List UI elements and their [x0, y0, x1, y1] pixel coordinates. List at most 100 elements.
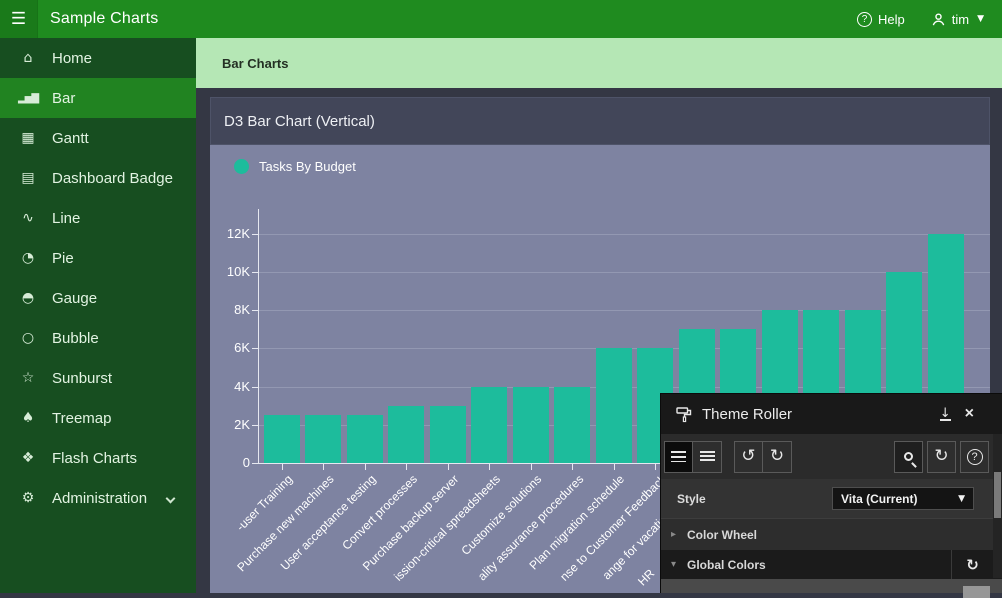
y-axis-label: 4K — [212, 379, 250, 394]
sidebar-item-sunburst[interactable]: ☆ Sunburst — [0, 358, 196, 398]
style-select-value: Vita (Current) — [841, 492, 917, 506]
home-icon: ⌂ — [16, 50, 40, 66]
style-row: Style Vita (Current) ▼ — [661, 479, 1002, 518]
sidebar-item-bubble[interactable]: ○ Bubble — [0, 318, 196, 358]
sidebar-item-bar[interactable]: ▂▅▇ Bar — [0, 78, 196, 118]
theme-roller-title: Theme Roller — [702, 406, 792, 423]
gridline — [258, 272, 990, 273]
app-title: Sample Charts — [50, 10, 158, 28]
sidebar-item-label: Sunburst — [52, 370, 112, 387]
bar-chart-icon: ▂▅▇ — [16, 93, 40, 104]
pie-chart-icon: ◔ — [16, 250, 40, 266]
treemap-icon: ♠ — [16, 410, 40, 426]
search-button[interactable] — [894, 441, 923, 473]
refresh-icon[interactable]: ↻ — [951, 550, 993, 579]
sidebar-item-label: Gauge — [52, 290, 97, 307]
sidebar-item-label: Line — [52, 210, 80, 227]
sidebar-item-flash-charts[interactable]: ❖ Flash Charts — [0, 438, 196, 478]
x-axis-tick — [531, 464, 532, 470]
bar[interactable] — [471, 387, 507, 464]
sidebar-item-pie[interactable]: ◔ Pie — [0, 238, 196, 278]
color-swatch[interactable] — [963, 586, 990, 598]
sidebar-item-label: Flash Charts — [52, 450, 137, 467]
theme-roller-scrollbar[interactable] — [993, 434, 1002, 578]
redo-icon: ↻ — [770, 448, 784, 465]
refresh-icon: ↻ — [934, 448, 948, 465]
list-detailed-icon — [700, 451, 715, 463]
bar[interactable] — [347, 415, 383, 463]
undo-button[interactable]: ↺ — [734, 441, 763, 473]
sidebar-item-treemap[interactable]: ♠ Treemap — [0, 398, 196, 438]
style-label: Style — [677, 492, 832, 506]
search-icon — [904, 452, 913, 461]
x-axis-label: Convert processes — [339, 472, 420, 553]
y-axis-label: 12K — [212, 226, 250, 241]
refresh-button[interactable]: ↻ — [927, 441, 956, 473]
section-color-wheel-label: Color Wheel — [687, 528, 757, 542]
bar[interactable] — [513, 387, 549, 464]
bar[interactable] — [430, 406, 466, 463]
gauge-icon: ◓ — [16, 290, 40, 306]
list-view-button[interactable] — [664, 441, 693, 473]
y-axis-label: 10K — [212, 264, 250, 279]
list-compact-icon — [671, 451, 686, 462]
user-name: tim — [952, 12, 969, 27]
chevron-down-icon: ▼ — [958, 494, 965, 504]
sidebar-item-label: Gantt — [52, 130, 89, 147]
sidebar-item-label: Treemap — [52, 410, 111, 427]
legend-label: Tasks By Budget — [259, 159, 356, 174]
bar[interactable] — [305, 415, 341, 463]
sidebar-item-administration[interactable]: ⚙Administration — [0, 478, 196, 518]
hamburger-icon: ☰ — [11, 9, 26, 29]
redo-button[interactable]: ↻ — [763, 441, 792, 473]
sidebar-item-gantt[interactable]: ▦ Gantt — [0, 118, 196, 158]
detailed-view-button[interactable] — [693, 441, 722, 473]
section-global-colors[interactable]: ▾ Global Colors ↻ — [661, 550, 1002, 579]
sidebar-item-label: Bar — [52, 90, 75, 107]
scrollbar-thumb[interactable] — [994, 472, 1001, 518]
flash-charts-icon: ❖ — [16, 450, 40, 466]
legend-swatch-icon — [234, 159, 249, 174]
x-axis-tick — [489, 464, 490, 470]
bar[interactable] — [388, 406, 424, 463]
bar[interactable] — [264, 415, 300, 463]
chevron-down-icon — [166, 493, 176, 503]
y-axis-label: 8K — [212, 302, 250, 317]
section-color-wheel[interactable]: ▸ Color Wheel — [661, 518, 1002, 550]
x-axis-tick — [572, 464, 573, 470]
sidebar-item-gauge[interactable]: ◓ Gauge — [0, 278, 196, 318]
global-colors-content — [661, 579, 1002, 593]
sidebar-item-label: Bubble — [52, 330, 99, 347]
x-axis-tick — [614, 464, 615, 470]
style-select[interactable]: Vita (Current) ▼ — [832, 487, 974, 510]
x-axis-tick — [406, 464, 407, 470]
sidebar-item-home[interactable]: ⌂Home — [0, 38, 196, 78]
line-chart-icon: ∿ — [16, 210, 40, 226]
section-global-colors-label: Global Colors — [687, 558, 766, 572]
menu-toggle-button[interactable]: ☰ — [0, 0, 38, 38]
sunburst-icon: ☆ — [16, 370, 40, 386]
user-menu[interactable]: tim ▼ — [931, 12, 984, 27]
y-axis-label: 6K — [212, 340, 250, 355]
help-label: Help — [878, 12, 905, 27]
sidebar-item-dashboard-badge[interactable]: ▤Dashboard Badge — [0, 158, 196, 198]
sidebar-item-label: Pie — [52, 250, 74, 267]
bubble-chart-icon: ○ — [16, 330, 40, 346]
chart-panel-title: D3 Bar Chart (Vertical) — [224, 113, 375, 130]
chevron-right-icon: ▸ — [671, 529, 687, 540]
download-icon[interactable]: ↓ — [940, 408, 951, 421]
help-button[interactable]: ? Help — [857, 12, 905, 27]
theme-roller-header: Theme Roller ↓ × — [661, 394, 1002, 434]
chart-legend[interactable]: Tasks By Budget — [234, 159, 356, 174]
gantt-icon: ▦ — [16, 130, 40, 146]
bar[interactable] — [596, 348, 632, 463]
x-axis-tick — [282, 464, 283, 470]
help-icon: ? — [857, 12, 872, 27]
help-icon: ? — [967, 449, 983, 465]
close-icon[interactable]: × — [965, 407, 974, 421]
x-axis-label: Customize solutions — [459, 472, 545, 558]
bar[interactable] — [554, 387, 590, 464]
help-button[interactable]: ? — [960, 441, 989, 473]
sidebar-item-line[interactable]: ∿ Line — [0, 198, 196, 238]
chevron-down-icon: ▼ — [977, 14, 984, 24]
